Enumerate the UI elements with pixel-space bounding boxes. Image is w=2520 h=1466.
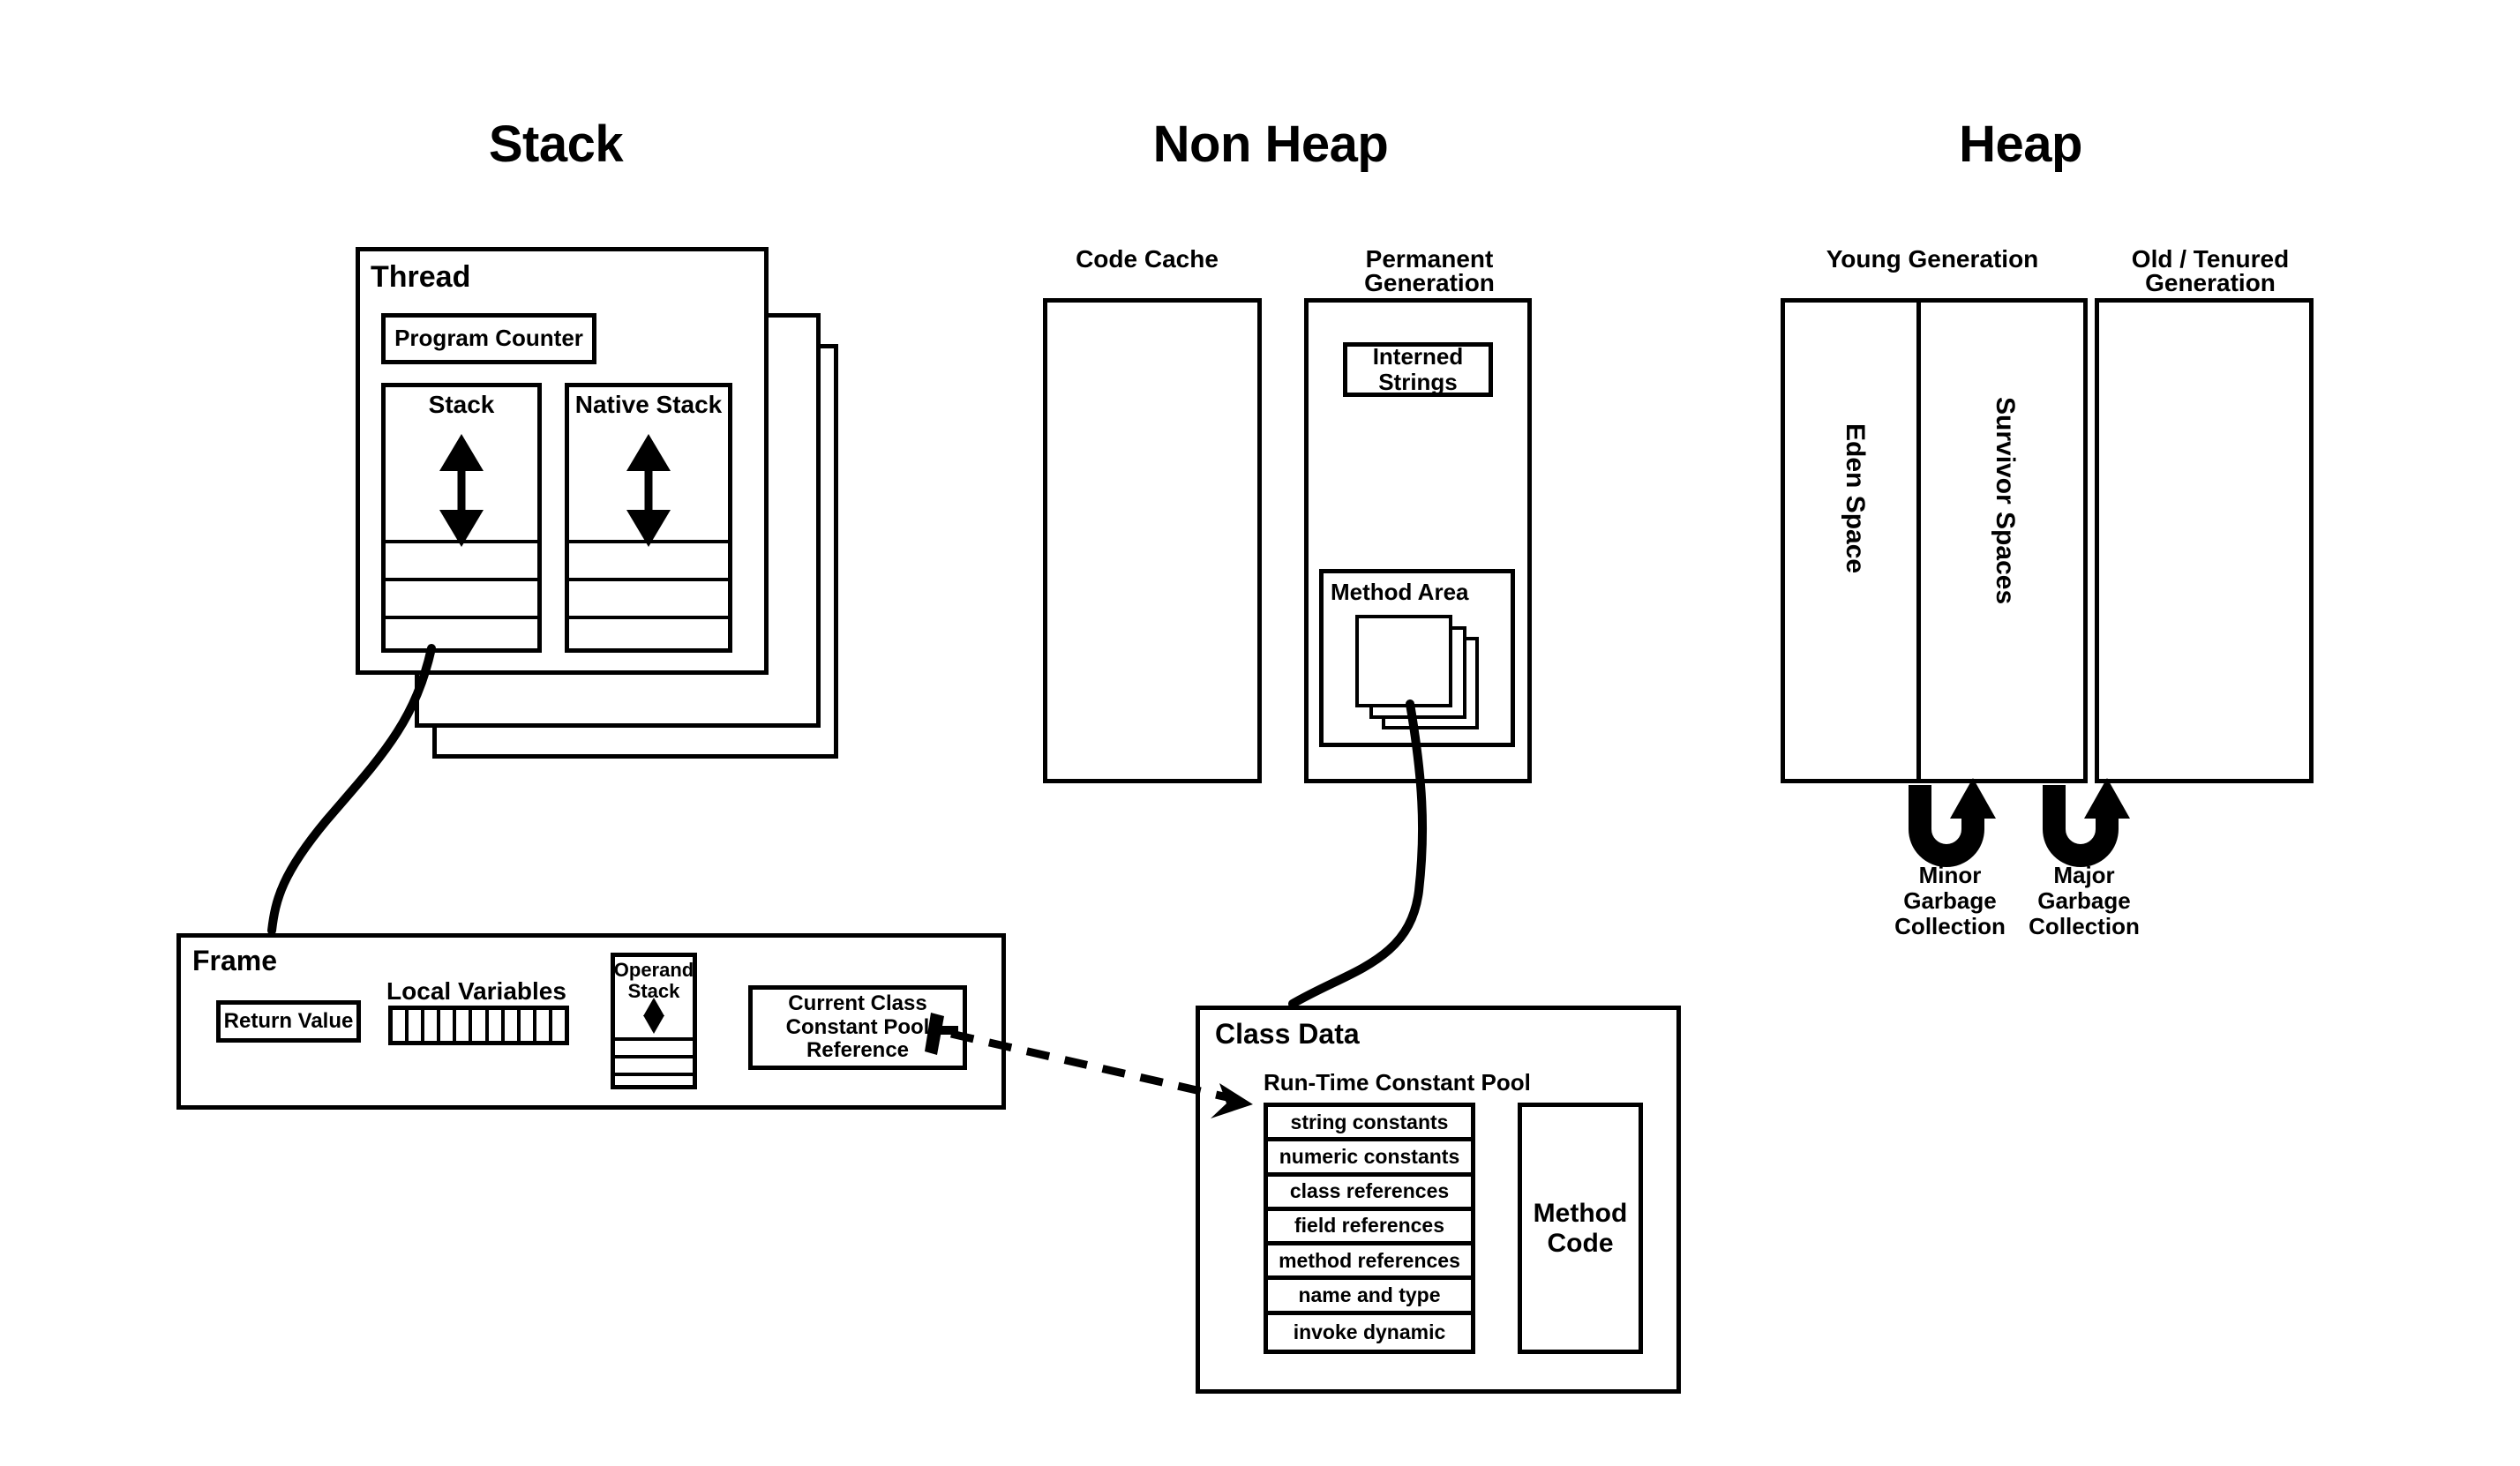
stack-to-frame-connector — [267, 644, 436, 935]
major-gc-line1: Major — [2053, 862, 2115, 888]
thread-native-stack-slot-divider — [568, 540, 729, 543]
section-title-stack: Stack — [488, 116, 624, 173]
survivor-spaces-label: Survivor Spaces — [1991, 397, 2020, 605]
interned-strings-box: Interned Strings — [1343, 342, 1493, 397]
major-gc-line2: Garbage — [2037, 887, 2131, 914]
constant-pool-entry-label: name and type — [1298, 1283, 1441, 1307]
method-code-line1: Method — [1533, 1198, 1628, 1228]
operand-stack-label-line2: Stack — [627, 980, 680, 1002]
code-cache-box — [1043, 298, 1262, 783]
local-variable-cell — [440, 1010, 457, 1041]
current-class-constant-pool-reference-box: Current Class Constant Pool Reference — [748, 985, 967, 1070]
local-variable-cell — [536, 1010, 552, 1041]
thread-stack-label: Stack — [428, 391, 495, 418]
section-title-non-heap: Non Heap — [1152, 116, 1389, 173]
local-variable-cell — [472, 1010, 489, 1041]
section-title-heap: Heap — [1959, 116, 2082, 173]
thread-label: Thread — [371, 260, 471, 294]
constant-pool-entry-label: numeric constants — [1279, 1144, 1460, 1168]
operand-stack-slot-divider — [614, 1073, 694, 1076]
operand-stack-label-line1: Operand — [613, 959, 694, 981]
constant-pool-entry: invoke dynamic — [1268, 1314, 1471, 1350]
young-generation-label: Young Generation — [1826, 245, 2039, 273]
thread-native-stack-box — [565, 383, 732, 653]
ccpr-line2: Constant Pool — [785, 1014, 930, 1039]
local-variable-cell — [551, 1010, 566, 1041]
old-generation-label-line2: Generation — [2145, 269, 2276, 296]
eden-space-label: Eden Space — [1841, 423, 1870, 574]
interned-strings-line2: Strings — [1378, 369, 1458, 395]
thread-native-stack-slot-divider — [568, 578, 729, 581]
class-data-label: Class Data — [1215, 1018, 1360, 1050]
thread-stack-box — [381, 383, 542, 653]
interned-strings-line1: Interned — [1372, 342, 1464, 370]
local-variables-cells — [388, 1006, 569, 1045]
constant-pool-entry-label: class references — [1289, 1179, 1450, 1203]
constant-pool-entry: field references — [1268, 1210, 1471, 1246]
ccpr-line1: Current Class — [788, 991, 927, 1015]
local-variable-cell — [520, 1010, 536, 1041]
local-variable-cell — [504, 1010, 521, 1041]
local-variable-cell — [393, 1010, 409, 1041]
ccpr-line3: Reference — [806, 1038, 910, 1063]
thread-native-stack-label: Native Stack — [574, 391, 723, 418]
method-area-class-copy-front — [1355, 615, 1452, 707]
permanent-generation-label-line2: Generation — [1364, 269, 1495, 296]
return-value-label: Return Value — [223, 1009, 354, 1034]
program-counter-box: Program Counter — [381, 313, 596, 364]
code-cache-label: Code Cache — [1076, 245, 1219, 273]
run-time-constant-pool-box: string constants numeric constants class r… — [1264, 1103, 1475, 1354]
operand-stack-slot-divider — [614, 1055, 694, 1058]
thread-stack-slot-divider — [385, 578, 538, 581]
minor-gc-u-turn-arrow-icon — [1909, 778, 1996, 867]
return-value-box: Return Value — [216, 1000, 361, 1043]
constant-pool-entry: numeric constants — [1268, 1141, 1471, 1177]
jvm-memory-diagram: Stack Non Heap Heap Thread Program Count… — [0, 0, 2520, 1466]
method-code-box: Method Code — [1518, 1103, 1643, 1354]
constant-pool-entry: string constants — [1268, 1107, 1471, 1142]
constant-pool-entry: method references — [1268, 1245, 1471, 1281]
constant-pool-entry: name and type — [1268, 1280, 1471, 1315]
method-code-line2: Code — [1547, 1228, 1614, 1258]
thread-native-stack-slot-divider — [568, 616, 729, 619]
major-gc-line3: Collection — [2029, 913, 2140, 939]
constant-pool-entry-label: method references — [1279, 1248, 1460, 1272]
thread-stack-slot-divider — [385, 616, 538, 619]
local-variable-cell — [409, 1010, 425, 1041]
constant-pool-entry: class references — [1268, 1176, 1471, 1211]
thread-stack-slot-divider — [385, 540, 538, 543]
major-gc-u-turn-arrow-icon — [2043, 778, 2130, 867]
constant-pool-entry-label: string constants — [1290, 1110, 1449, 1133]
operand-stack-slot-divider — [614, 1037, 694, 1041]
young-generation-divider — [1916, 302, 1921, 780]
young-generation-box — [1781, 298, 2088, 783]
old-generation-box — [2095, 298, 2314, 783]
local-variable-cell — [456, 1010, 473, 1041]
program-counter-label: Program Counter — [394, 325, 583, 352]
constant-pool-entry-label: field references — [1294, 1214, 1445, 1238]
frame-label: Frame — [192, 945, 278, 976]
constant-pool-entry-label: invoke dynamic — [1293, 1320, 1446, 1343]
local-variable-cell — [424, 1010, 441, 1041]
run-time-constant-pool-label: Run-Time Constant Pool — [1264, 1069, 1531, 1096]
method-area-label: Method Area — [1331, 579, 1469, 605]
local-variables-label: Local Variables — [386, 977, 566, 1005]
local-variable-cell — [488, 1010, 505, 1041]
